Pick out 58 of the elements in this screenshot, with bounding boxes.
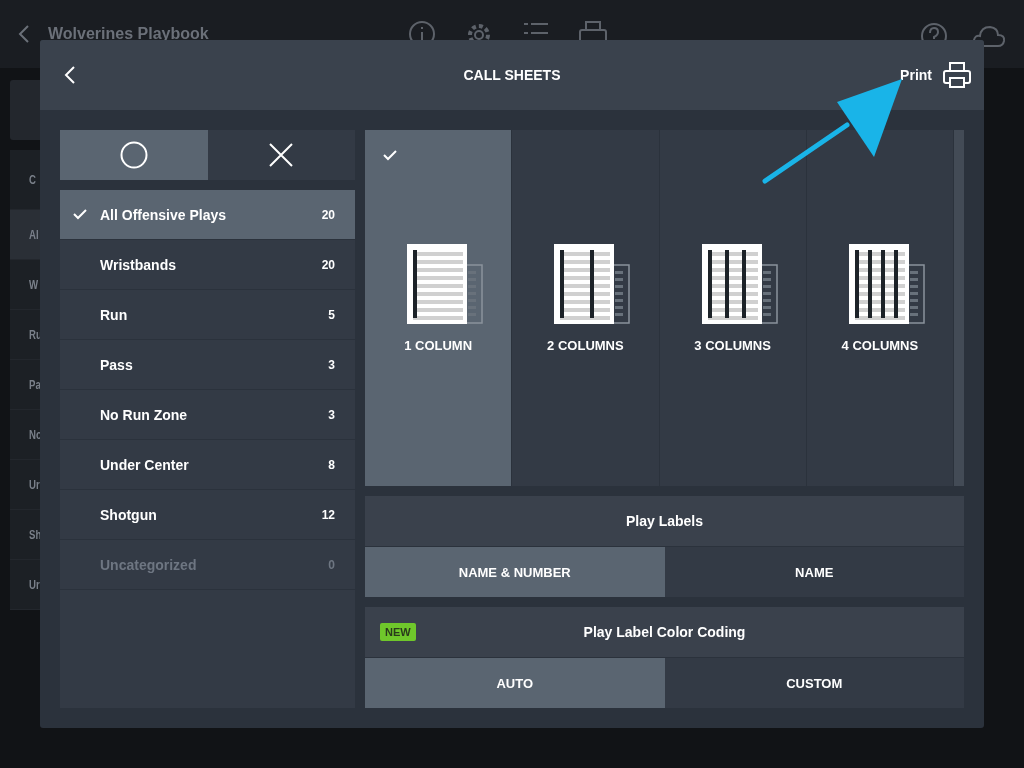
sidebar-item[interactable]: Pa	[29, 377, 41, 393]
section-title: Play Labels	[625, 513, 703, 529]
category-count: 3	[328, 407, 335, 422]
sidebar-item[interactable]: Ur	[29, 577, 40, 593]
sidebar-item[interactable]: Ur	[29, 477, 40, 493]
document-icon	[407, 243, 484, 324]
document-icon	[701, 243, 778, 324]
category-count: 0	[328, 557, 335, 572]
category-label: No Run Zone	[100, 406, 189, 423]
category-item[interactable]: Run 5	[60, 290, 355, 340]
sidebar-item[interactable]: W	[29, 277, 39, 293]
category-item[interactable]: Wristbands 20	[60, 240, 355, 290]
category-item[interactable]: Pass 3	[60, 340, 355, 390]
category-label: Shotgun	[100, 506, 158, 523]
close-icon	[269, 143, 294, 167]
category-label: Under Center	[100, 456, 190, 473]
print-button[interactable]: Print	[898, 63, 934, 87]
app-title: Wolverines Playbook	[48, 25, 209, 43]
document-icon	[554, 243, 631, 324]
scrollbar[interactable]	[954, 130, 964, 486]
circle-toggle[interactable]	[60, 130, 208, 180]
segment-option[interactable]: NAME	[664, 547, 964, 597]
section-title: Play Label Color Coding	[583, 624, 746, 640]
check-icon	[383, 150, 397, 161]
check-icon	[73, 209, 87, 220]
layout-label: 3 COLUMNS	[694, 337, 771, 353]
category-count: 20	[321, 257, 335, 272]
category-count: 5	[328, 307, 335, 322]
category-label: Run	[100, 306, 129, 323]
category-count: 3	[328, 357, 335, 372]
category-item[interactable]: Under Center 8	[60, 440, 355, 490]
category-item[interactable]: No Run Zone 3	[60, 390, 355, 440]
category-label: Wristbands	[100, 256, 177, 273]
layout-label: 1 COLUMN	[404, 337, 473, 353]
category-item[interactable]: Shotgun 12	[60, 490, 355, 540]
category-count: 12	[321, 507, 335, 522]
layout-label: 2 COLUMNS	[547, 337, 624, 353]
layout-label: 4 COLUMNS	[841, 337, 919, 353]
sidebar-item[interactable]: C	[29, 172, 36, 188]
segment-option[interactable]: NAME & NUMBER	[365, 547, 665, 597]
document-icon	[848, 243, 925, 324]
printer-icon[interactable]	[942, 61, 972, 89]
category-label: Pass	[100, 356, 134, 373]
layout-option[interactable]: 2 COLUMNS	[512, 130, 660, 486]
cross-toggle[interactable]	[207, 130, 355, 180]
layout-option[interactable]: 3 COLUMNS	[659, 130, 807, 486]
sidebar-item[interactable]: Al	[29, 227, 39, 243]
segment-option[interactable]: AUTO	[365, 658, 665, 708]
new-badge: NEW	[380, 623, 416, 641]
category-count: 8	[328, 457, 335, 472]
dialog-title: CALL SHEETS	[462, 67, 562, 83]
segment-option[interactable]: CUSTOM	[664, 658, 964, 708]
category-count: 20	[321, 207, 335, 222]
category-item[interactable]: All Offensive Plays 20	[60, 190, 355, 240]
category-label: All Offensive Plays	[100, 206, 228, 223]
layout-option[interactable]: 1 COLUMN	[365, 130, 513, 486]
category-label: Uncategorized	[100, 556, 198, 573]
circle-icon	[119, 141, 148, 169]
